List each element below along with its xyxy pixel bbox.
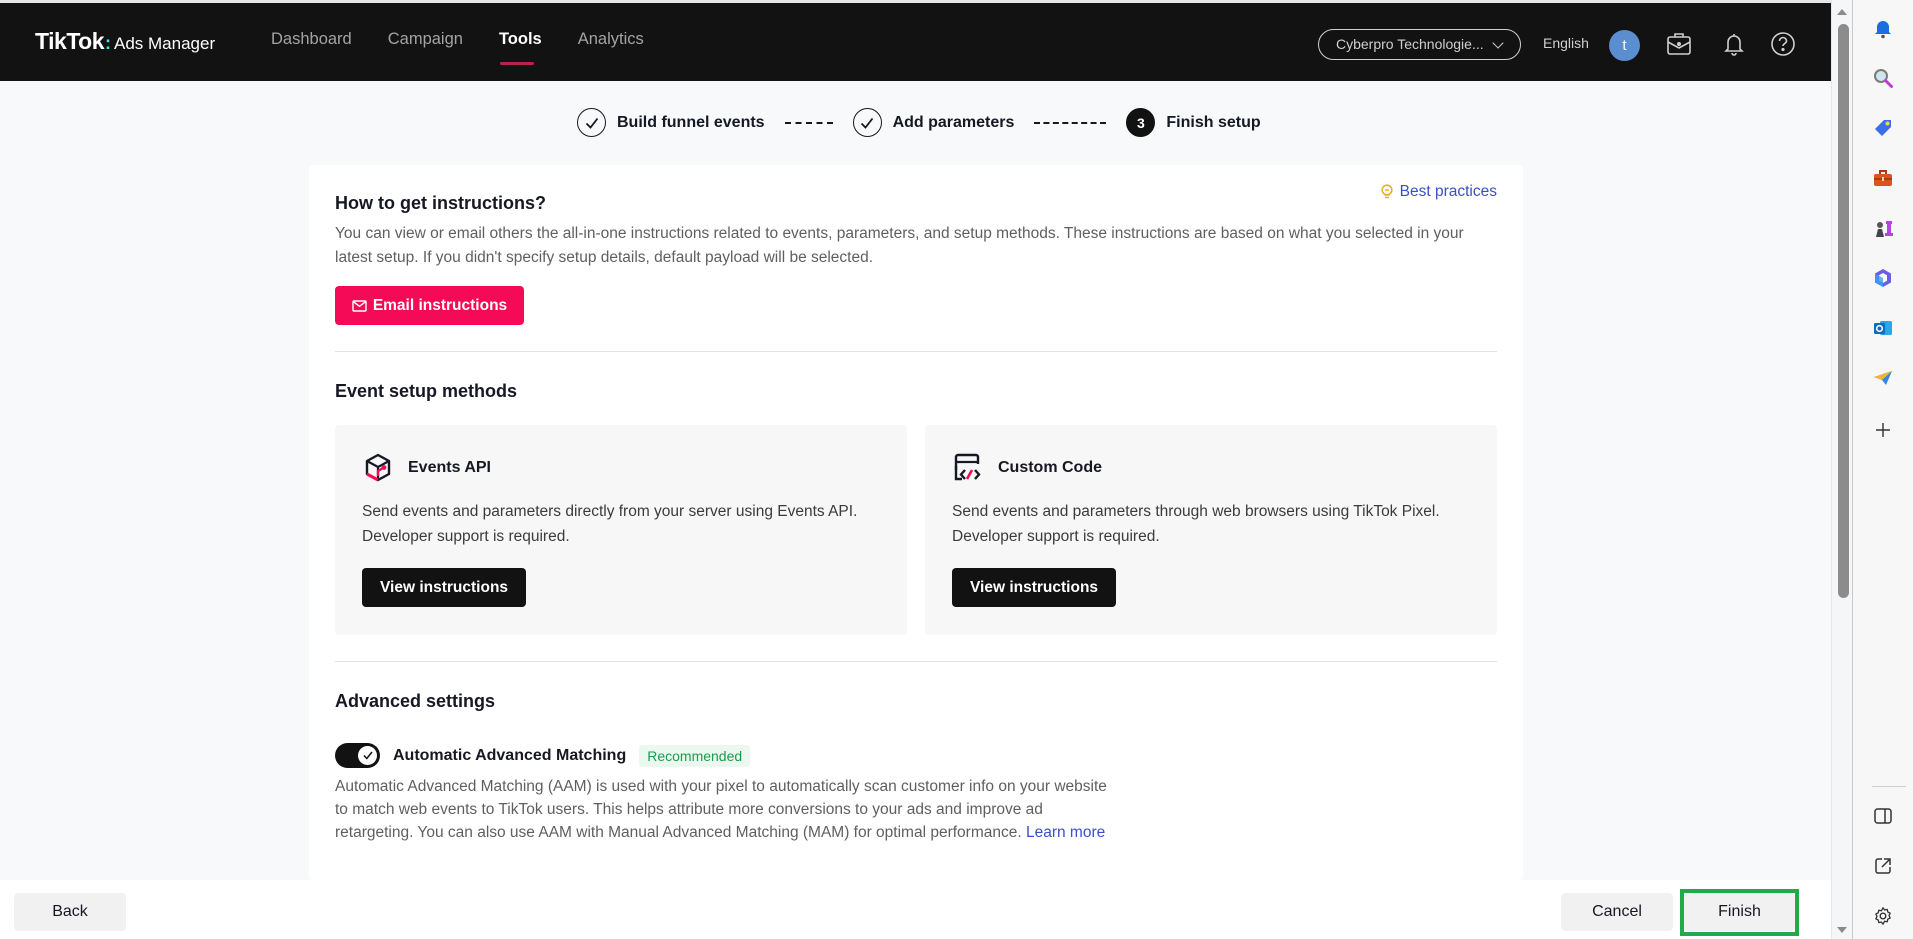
method-name: Events API — [408, 459, 491, 476]
copilot-icon[interactable] — [1871, 266, 1895, 290]
sidebar-divider — [1872, 786, 1906, 787]
step-connector — [1034, 121, 1107, 124]
method-description: Send events and parameters through web b… — [952, 499, 1440, 549]
email-instructions-button[interactable]: Email instructions — [335, 286, 524, 325]
sidebar-toggle-icon[interactable] — [1871, 804, 1895, 828]
step-connector — [784, 121, 833, 124]
check-icon — [358, 746, 377, 765]
brand-name: TikTok — [35, 28, 105, 54]
setup-stepper: Build funnel events Add parameters 3 Fin… — [577, 108, 1261, 137]
recommended-badge: Recommended — [639, 744, 751, 767]
method-header: Events API — [362, 452, 491, 484]
settings-icon[interactable] — [1871, 904, 1895, 928]
back-button[interactable]: Back — [14, 893, 126, 931]
finish-setup-card: How to get instructions? Best practices … — [309, 165, 1523, 880]
step-build-funnel-events: Build funnel events — [577, 108, 765, 137]
section-divider — [335, 351, 1497, 352]
nav-campaign[interactable]: Campaign — [388, 3, 481, 81]
step-finish-setup: 3 Finish setup — [1126, 108, 1261, 137]
advanced-settings-title: Advanced settings — [335, 691, 496, 711]
method-name: Custom Code — [998, 459, 1102, 476]
scroll-down-arrow-icon[interactable] — [1837, 927, 1847, 933]
logo-colon: : — [105, 33, 111, 53]
bell-icon[interactable] — [1720, 30, 1748, 58]
method-description-line: Send events and parameters through web b… — [952, 503, 1440, 520]
method-description-line: Send events and parameters directly from… — [362, 503, 858, 520]
view-instructions-button-events-api[interactable]: View instructions — [362, 568, 527, 607]
nav-analytics[interactable]: Analytics — [578, 3, 662, 81]
open-external-icon[interactable] — [1871, 854, 1895, 878]
mail-icon — [352, 299, 367, 312]
scrollbar-thumb[interactable] — [1838, 24, 1849, 598]
email-instructions-label: Email instructions — [372, 296, 508, 314]
check-icon — [852, 108, 882, 137]
footer-action-bar: Back Cancel Finish — [0, 880, 1831, 939]
cube-icon — [365, 453, 391, 482]
best-practices-link[interactable]: Best practices — [1380, 183, 1497, 201]
scroll-up-arrow-icon[interactable] — [1837, 9, 1847, 15]
account-name: Cyberpro Technologie... — [1336, 36, 1484, 52]
outlook-icon[interactable] — [1871, 316, 1895, 340]
lightbulb-icon — [1381, 184, 1393, 199]
add-icon[interactable] — [1871, 418, 1895, 442]
bell-icon[interactable] — [1871, 16, 1895, 40]
setup-methods-title: Event setup methods — [335, 381, 518, 401]
method-description: Send events and parameters directly from… — [362, 499, 857, 549]
help-icon[interactable] — [1769, 30, 1797, 58]
method-card-custom-code: Custom Code Send events and parameters t… — [925, 425, 1497, 635]
method-description-line: Developer support is required. — [952, 528, 1160, 545]
step-label: Finish setup — [1166, 113, 1261, 131]
briefcase-icon[interactable] — [1665, 30, 1693, 58]
main-nav: Dashboard Campaign Tools Analytics — [271, 3, 680, 81]
section-divider — [335, 661, 1497, 662]
method-card-events-api: Events API Send events and parameters di… — [335, 425, 907, 635]
step-label: Add parameters — [892, 113, 1015, 131]
nav-dashboard[interactable]: Dashboard — [271, 3, 370, 81]
browser-sidebar — [1852, 0, 1913, 939]
send-icon[interactable] — [1871, 366, 1895, 390]
aam-label: Automatic Advanced Matching — [393, 746, 627, 764]
finish-button[interactable]: Finish — [1684, 893, 1795, 931]
search-icon[interactable] — [1871, 66, 1895, 90]
code-window-icon — [954, 453, 981, 481]
top-navigation-bar: TikTok : Ads Manager Dashboard Campaign … — [0, 0, 1831, 81]
tiktok-ads-manager-logo[interactable]: TikTok : Ads Manager — [35, 28, 215, 55]
toolbox-icon[interactable] — [1871, 166, 1895, 190]
step-label: Build funnel events — [617, 113, 765, 131]
tag-icon[interactable] — [1871, 116, 1895, 140]
cancel-button[interactable]: Cancel — [1561, 893, 1673, 931]
learn-more-link[interactable]: Learn more — [1026, 824, 1105, 841]
aam-setting-row: Automatic Advanced Matching Recommended — [335, 743, 751, 768]
step-add-parameters: Add parameters — [852, 108, 1015, 137]
nav-tools[interactable]: Tools — [499, 3, 560, 81]
chess-icon[interactable] — [1871, 216, 1895, 240]
method-description-line: Developer support is required. — [362, 528, 570, 545]
method-header: Custom Code — [952, 452, 1102, 484]
instructions-description: You can view or email others the all-in-… — [335, 225, 1464, 266]
check-icon — [577, 108, 606, 137]
aam-toggle[interactable] — [335, 743, 380, 768]
page-scrollbar[interactable] — [1831, 0, 1852, 939]
product-name: Ads Manager — [114, 34, 216, 53]
chevron-down-icon — [1491, 37, 1504, 49]
view-instructions-button-custom-code[interactable]: View instructions — [952, 568, 1117, 607]
account-selector[interactable]: Cyberpro Technologie... — [1318, 29, 1521, 60]
aam-description: Automatic Advanced Matching (AAM) is use… — [335, 775, 1115, 844]
aam-description-text: Automatic Advanced Matching (AAM) is use… — [335, 778, 1107, 841]
instructions-title: How to get instructions? — [335, 193, 546, 213]
avatar[interactable]: t — [1609, 30, 1640, 61]
step-number-badge: 3 — [1126, 108, 1156, 137]
best-practices-label: Best practices — [1399, 183, 1497, 200]
language-selector[interactable]: English — [1543, 35, 1589, 51]
